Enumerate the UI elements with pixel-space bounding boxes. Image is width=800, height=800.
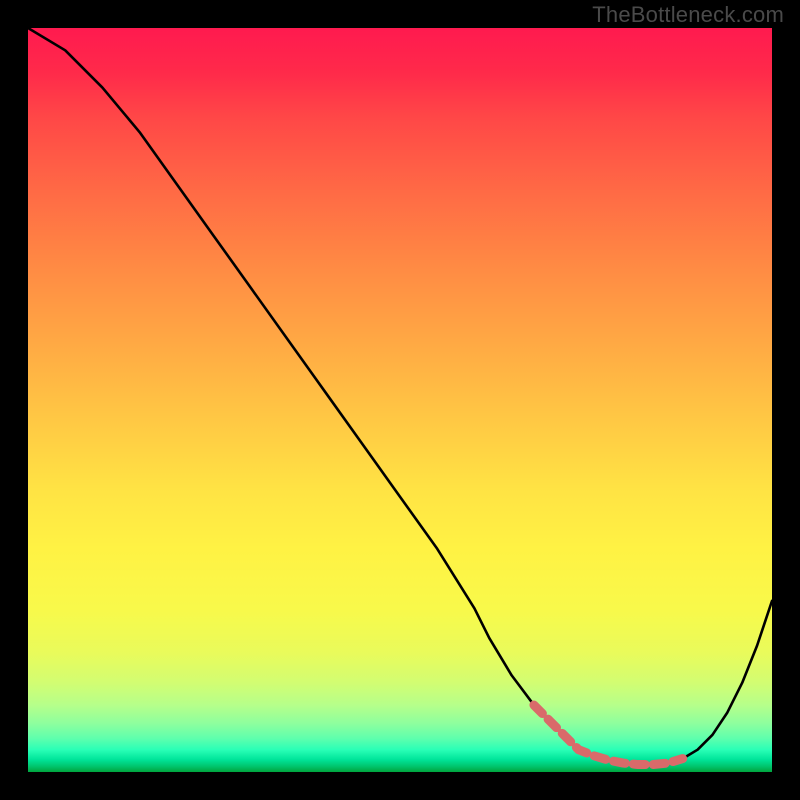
marker-band-path [534, 705, 683, 765]
chart-frame: TheBottleneck.com [0, 0, 800, 800]
chart-svg [28, 28, 772, 772]
watermark-text: TheBottleneck.com [592, 2, 784, 28]
bottleneck-curve-path [28, 28, 772, 765]
plot-area [28, 28, 772, 772]
curve-layer [28, 28, 772, 765]
